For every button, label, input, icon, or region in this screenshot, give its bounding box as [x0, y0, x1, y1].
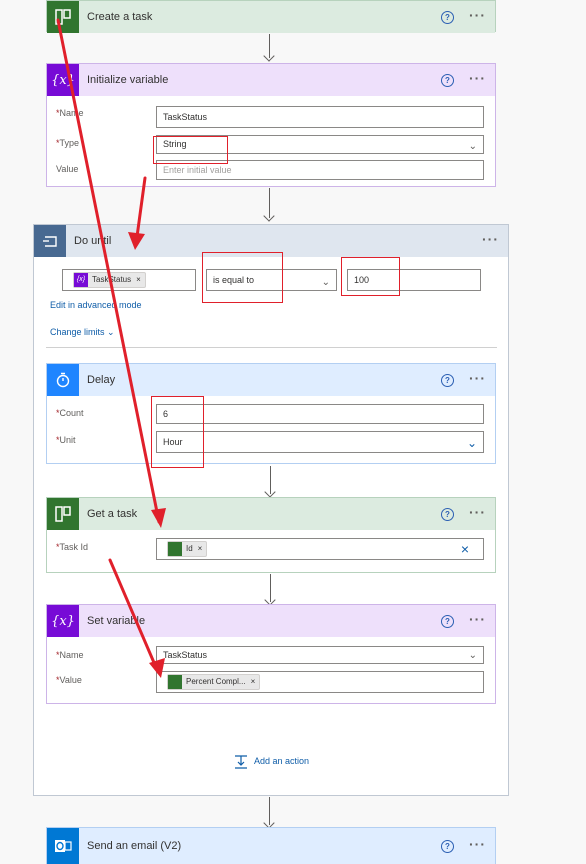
annotation-arrowhead [151, 508, 166, 528]
annotation-arrow-line [56, 18, 161, 524]
annotation-arrows [56, 18, 166, 678]
annotation-arrowhead [128, 232, 145, 250]
annotation-arrow-line [108, 558, 160, 674]
annotation-arrowhead [149, 658, 165, 678]
